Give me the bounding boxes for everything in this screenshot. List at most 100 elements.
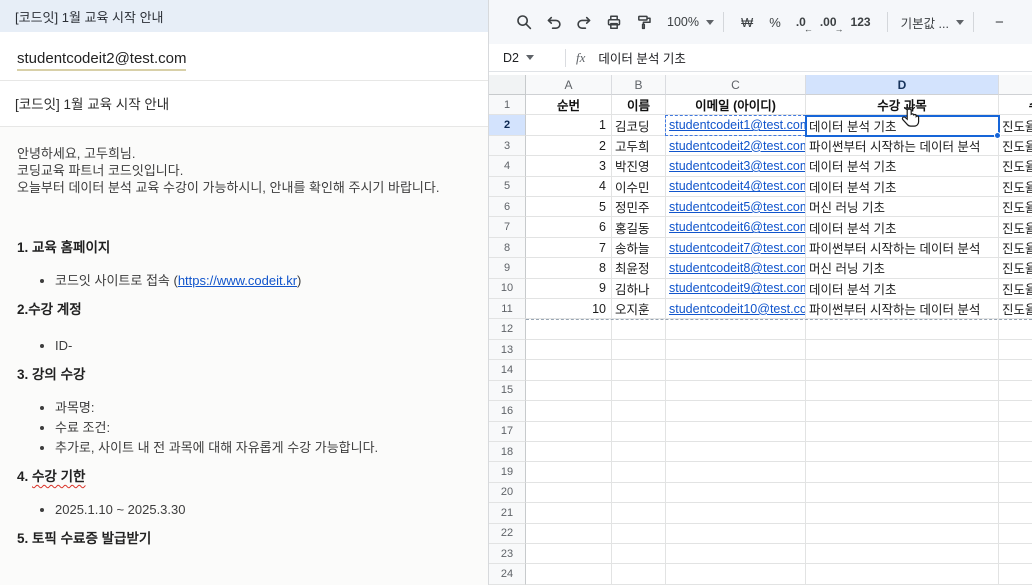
cell-E16[interactable] <box>999 401 1032 421</box>
fill-handle[interactable] <box>994 132 1001 139</box>
cell-A15[interactable] <box>526 381 612 401</box>
number-format-button[interactable]: 123 <box>851 15 871 29</box>
cell-E1[interactable]: 수료 조건 <box>999 95 1032 115</box>
column-header-E[interactable]: E <box>999 75 1032 95</box>
cell-D2[interactable]: 데이터 분석 기초 <box>806 115 999 135</box>
cell-D1[interactable]: 수강 과목 <box>806 95 999 115</box>
row-header-24[interactable]: 24 <box>489 564 526 584</box>
cell-D3[interactable]: 파이썬부터 시작하는 데이터 분석 <box>806 136 999 156</box>
font-style-dropdown[interactable]: 기본값 ... <box>901 13 964 32</box>
cell-E12[interactable] <box>999 319 1032 339</box>
cell-D8[interactable]: 파이썬부터 시작하는 데이터 분석 <box>806 238 999 258</box>
zoom-control[interactable]: 100% <box>667 15 714 29</box>
cell-E7[interactable]: 진도율 <box>999 217 1032 237</box>
cell-E13[interactable] <box>999 340 1032 360</box>
row-header-10[interactable]: 10 <box>489 279 526 299</box>
cell-A9[interactable]: 8 <box>526 258 612 278</box>
cell-D4[interactable]: 데이터 분석 기초 <box>806 156 999 176</box>
row-header-7[interactable]: 7 <box>489 217 526 237</box>
cell-D21[interactable] <box>806 503 999 523</box>
print-icon[interactable] <box>605 13 623 31</box>
cell-B11[interactable]: 오지훈 <box>612 299 666 319</box>
email-thread-row[interactable]: [코드잇] 1월 교육 시작 안내 <box>0 0 488 32</box>
cell-A21[interactable] <box>526 503 612 523</box>
cell-D22[interactable] <box>806 524 999 544</box>
row-header-23[interactable]: 23 <box>489 544 526 564</box>
format-percent-button[interactable]: % <box>769 15 781 30</box>
cell-D17[interactable] <box>806 422 999 442</box>
cell-E18[interactable] <box>999 442 1032 462</box>
cell-C19[interactable] <box>666 462 806 482</box>
cell-C23[interactable] <box>666 544 806 564</box>
decrease-font-size-button[interactable]: − <box>995 14 1004 31</box>
cell-B4[interactable]: 박진영 <box>612 156 666 176</box>
cell-A17[interactable] <box>526 422 612 442</box>
cell-B9[interactable]: 최윤정 <box>612 258 666 278</box>
row-header-13[interactable]: 13 <box>489 340 526 360</box>
cell-B14[interactable] <box>612 360 666 380</box>
cell-B16[interactable] <box>612 401 666 421</box>
cell-C14[interactable] <box>666 360 806 380</box>
cell-A5[interactable]: 4 <box>526 177 612 197</box>
cell-B1[interactable]: 이름 <box>612 95 666 115</box>
row-header-6[interactable]: 6 <box>489 197 526 217</box>
row-header-16[interactable]: 16 <box>489 401 526 421</box>
cell-C13[interactable] <box>666 340 806 360</box>
cell-E22[interactable] <box>999 524 1032 544</box>
cell-C15[interactable] <box>666 381 806 401</box>
cell-B3[interactable]: 고두희 <box>612 136 666 156</box>
cell-D12[interactable] <box>806 319 999 339</box>
cell-B6[interactable]: 정민주 <box>612 197 666 217</box>
cell-A20[interactable] <box>526 483 612 503</box>
cell-D14[interactable] <box>806 360 999 380</box>
cell-A1[interactable]: 순번 <box>526 95 612 115</box>
paint-format-icon[interactable] <box>635 13 653 31</box>
cell-C4[interactable]: studentcodeit3@test.com <box>666 156 806 176</box>
cell-D13[interactable] <box>806 340 999 360</box>
cell-A19[interactable] <box>526 462 612 482</box>
cell-D16[interactable] <box>806 401 999 421</box>
cell-E23[interactable] <box>999 544 1032 564</box>
cell-A22[interactable] <box>526 524 612 544</box>
cell-B20[interactable] <box>612 483 666 503</box>
cell-D10[interactable]: 데이터 분석 기초 <box>806 279 999 299</box>
cell-E6[interactable]: 진도율 <box>999 197 1032 217</box>
cell-C8[interactable]: studentcodeit7@test.com <box>666 238 806 258</box>
cell-B22[interactable] <box>612 524 666 544</box>
cell-B24[interactable] <box>612 564 666 584</box>
cell-D6[interactable]: 머신 러닝 기초 <box>806 197 999 217</box>
row-header-2[interactable]: 2 <box>489 115 526 135</box>
row-header-3[interactable]: 3 <box>489 136 526 156</box>
recipient-field[interactable]: studentcodeit2@test.com <box>17 50 186 71</box>
cell-C11[interactable]: studentcodeit10@test.com <box>666 299 806 319</box>
cell-E2[interactable]: 진도율 <box>999 115 1032 135</box>
cell-D5[interactable]: 데이터 분석 기초 <box>806 177 999 197</box>
search-icon[interactable] <box>515 13 533 31</box>
row-header-1[interactable]: 1 <box>489 95 526 115</box>
row-header-19[interactable]: 19 <box>489 462 526 482</box>
column-header-C[interactable]: C <box>666 75 806 95</box>
cell-E5[interactable]: 진도율 <box>999 177 1032 197</box>
row-header-4[interactable]: 4 <box>489 156 526 176</box>
cell-B7[interactable]: 홍길동 <box>612 217 666 237</box>
cell-A16[interactable] <box>526 401 612 421</box>
cell-E4[interactable]: 진도율 <box>999 156 1032 176</box>
format-currency-button[interactable]: ₩ <box>741 15 753 30</box>
subject-field[interactable]: [코드잇] 1월 교육 시작 안내 <box>0 81 488 126</box>
cell-A4[interactable]: 3 <box>526 156 612 176</box>
cell-E14[interactable] <box>999 360 1032 380</box>
cell-E9[interactable]: 진도율 <box>999 258 1032 278</box>
column-header-A[interactable]: A <box>526 75 612 95</box>
cell-C6[interactable]: studentcodeit5@test.com <box>666 197 806 217</box>
cell-E8[interactable]: 진도율 <box>999 238 1032 258</box>
cell-B8[interactable]: 송하늘 <box>612 238 666 258</box>
row-header-20[interactable]: 20 <box>489 483 526 503</box>
cell-E20[interactable] <box>999 483 1032 503</box>
cell-E11[interactable]: 진도율 <box>999 299 1032 319</box>
cell-D9[interactable]: 머신 러닝 기초 <box>806 258 999 278</box>
cell-C2[interactable]: studentcodeit1@test.com <box>666 115 806 135</box>
cell-C24[interactable] <box>666 564 806 584</box>
row-header-21[interactable]: 21 <box>489 503 526 523</box>
row-header-12[interactable]: 12 <box>489 319 526 339</box>
cell-D18[interactable] <box>806 442 999 462</box>
